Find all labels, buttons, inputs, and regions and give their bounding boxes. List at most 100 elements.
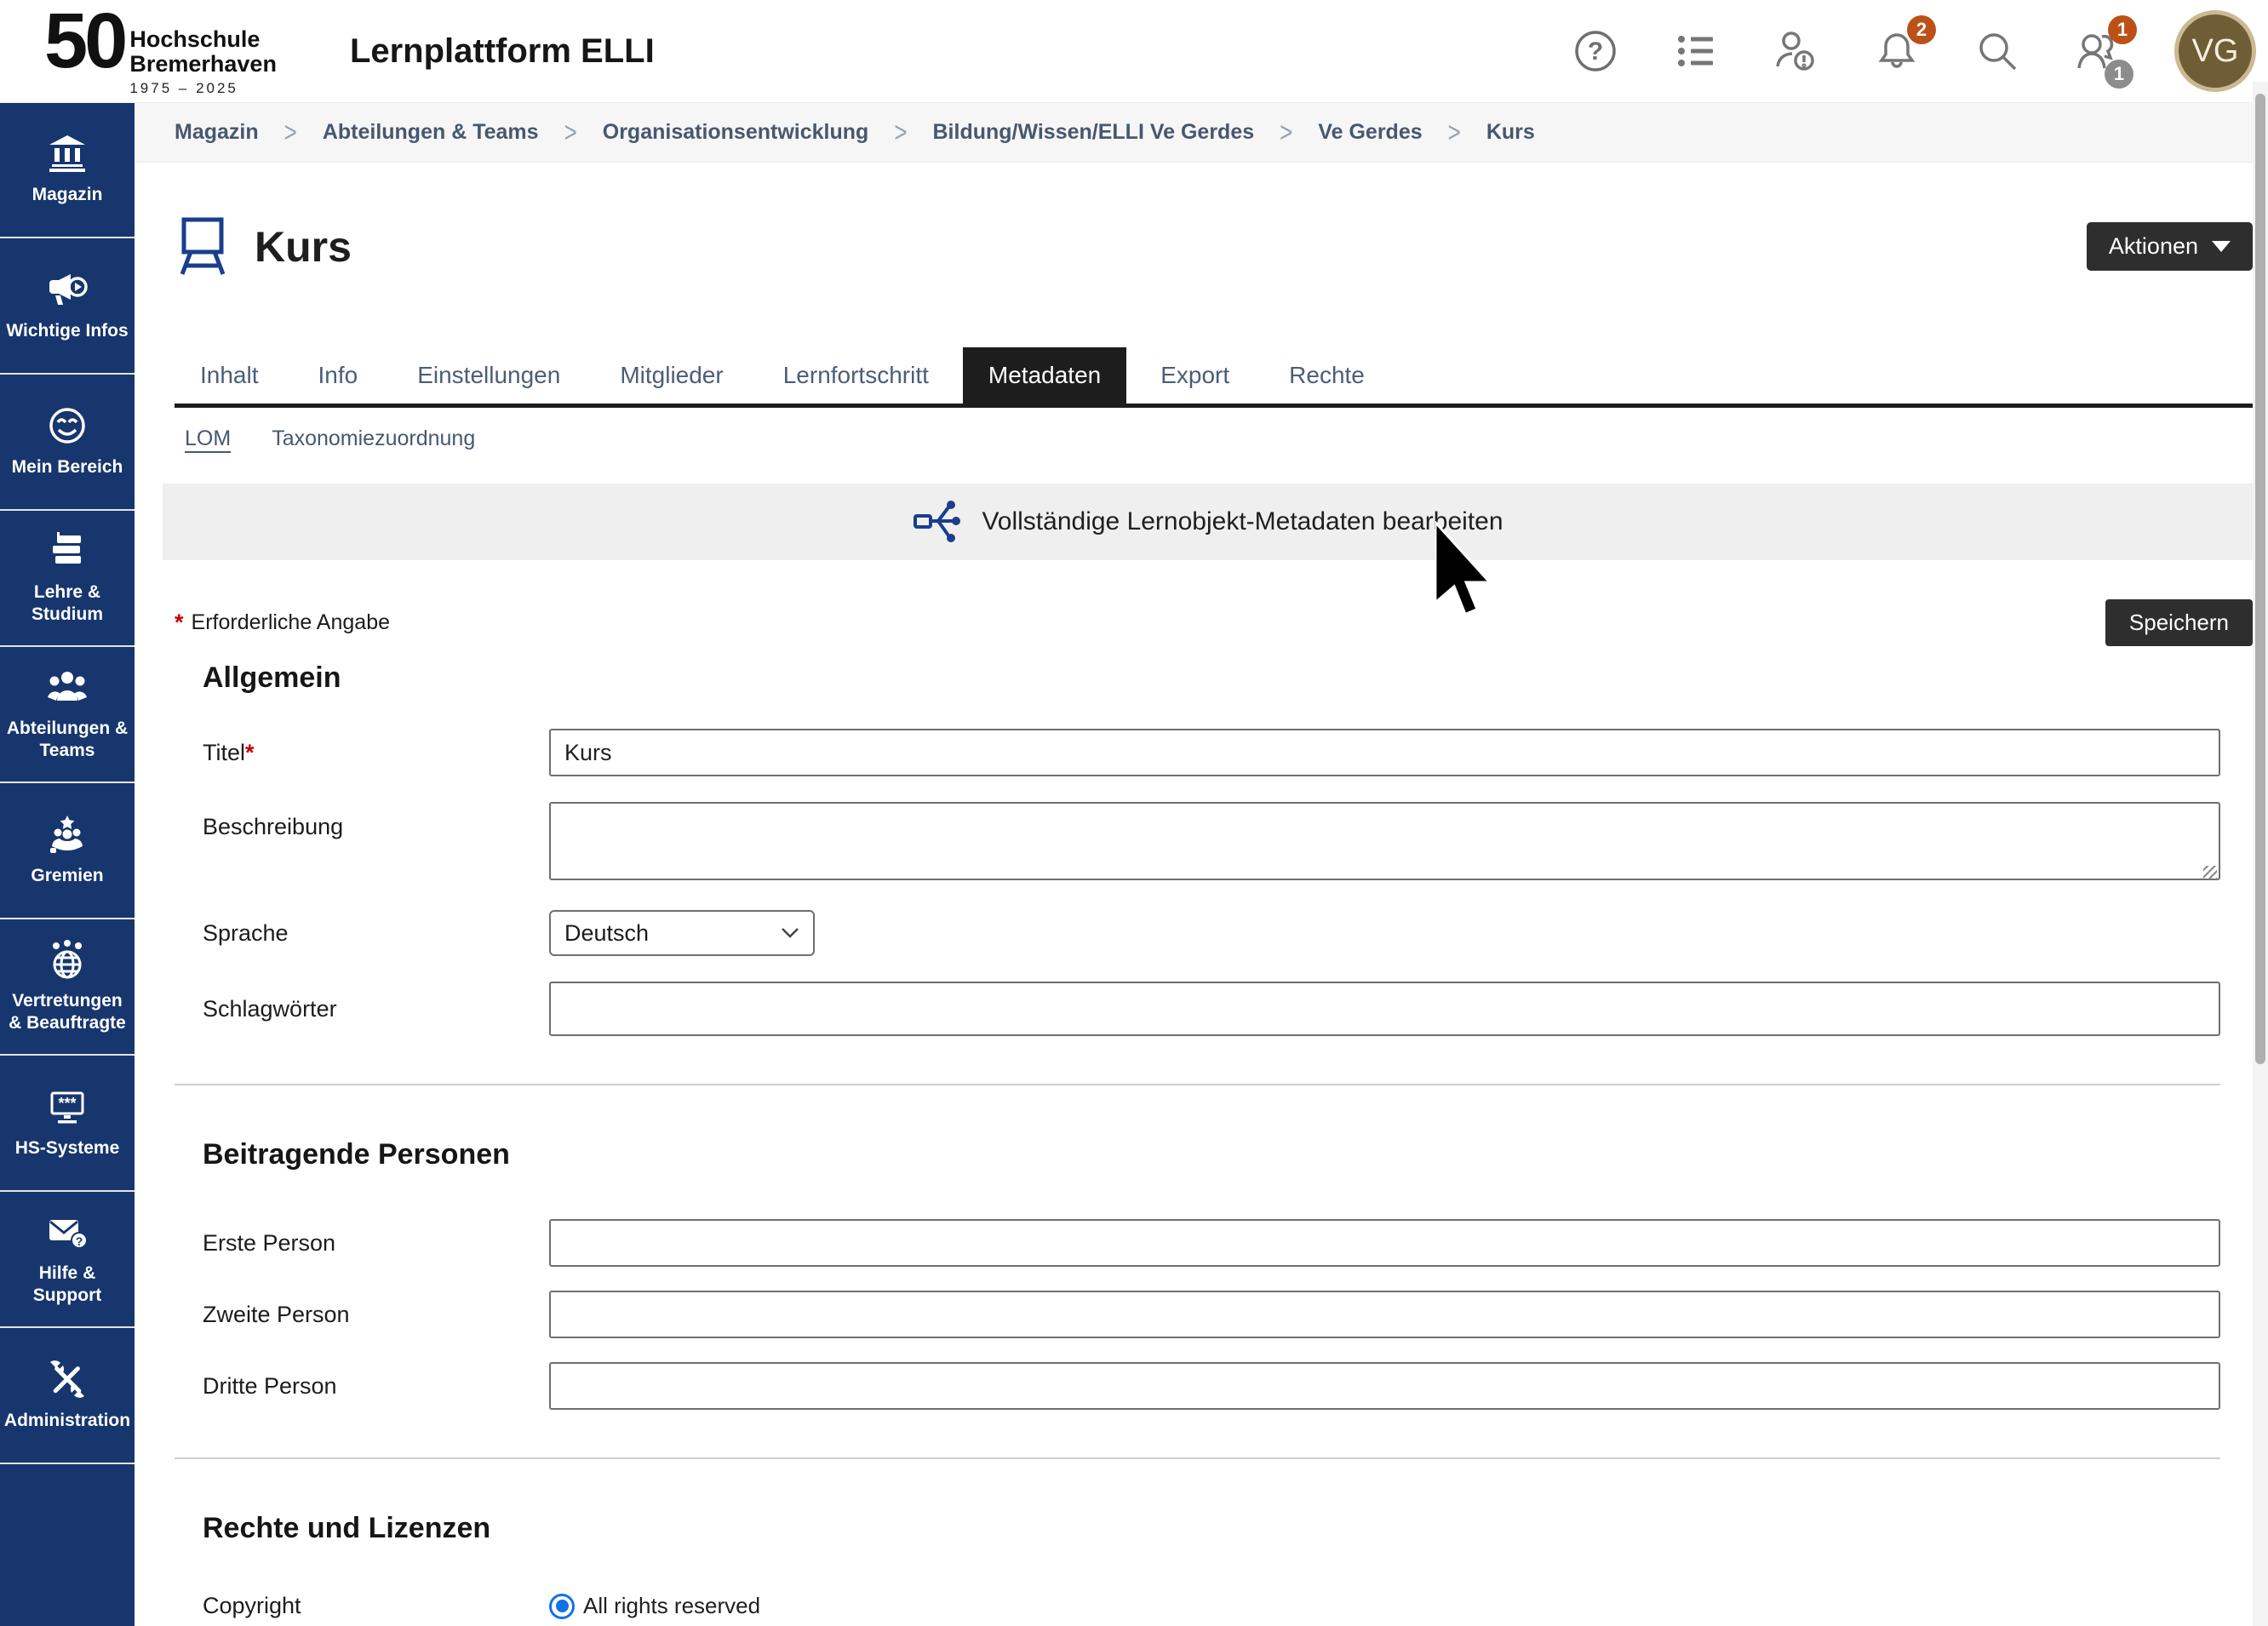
erste-person-label: Erste Person bbox=[203, 1230, 549, 1257]
sprache-select[interactable]: Deutsch bbox=[549, 910, 815, 956]
copyright-label: Copyright bbox=[203, 1593, 549, 1619]
bank-icon bbox=[47, 133, 88, 174]
erste-person-input[interactable] bbox=[549, 1219, 2220, 1267]
breadcrumb-separator: > bbox=[564, 115, 577, 149]
field-row-sprache: Sprache Deutsch bbox=[175, 910, 2253, 956]
chevron-down-icon bbox=[781, 927, 799, 939]
titel-label: Titel* bbox=[203, 740, 549, 766]
contacts-badge: 1 bbox=[2108, 15, 2137, 44]
subtab-bar: LOM Taxonomiezuordnung bbox=[175, 427, 2253, 451]
sidebar-item-mein-bereich[interactable]: Mein Bereich bbox=[0, 375, 135, 511]
breadcrumb-item-ve-gerdes[interactable]: Ve Gerdes bbox=[1318, 120, 1422, 145]
schlagwoerter-input[interactable] bbox=[549, 982, 2220, 1036]
monitor-icon: *** bbox=[47, 1086, 88, 1127]
people-icon bbox=[47, 667, 88, 707]
bell-icon[interactable]: 2 bbox=[1873, 27, 1921, 75]
top-header: 50 Hochschule Bremerhaven 1975 – 2025 Le… bbox=[0, 0, 2268, 103]
zweite-person-label: Zweite Person bbox=[203, 1302, 549, 1328]
committee-icon bbox=[47, 814, 88, 855]
page-title: Kurs bbox=[255, 222, 352, 272]
titel-input[interactable] bbox=[549, 729, 2220, 776]
sidebar-item-vertretungen[interactable]: Vertretungen & Beauftragte bbox=[0, 919, 135, 1056]
tab-inhalt[interactable]: Inhalt bbox=[175, 347, 284, 404]
logo-name-line1: Hochschule bbox=[129, 27, 277, 52]
dritte-person-label: Dritte Person bbox=[203, 1373, 549, 1400]
breadcrumb-separator: > bbox=[894, 115, 907, 149]
speichern-button[interactable]: Speichern bbox=[2105, 599, 2253, 646]
aktionen-button[interactable]: Aktionen bbox=[2087, 222, 2253, 271]
help-icon[interactable]: ? bbox=[1572, 27, 1619, 75]
breadcrumb-separator: > bbox=[1448, 115, 1461, 149]
sidebar-item-lehre-studium[interactable]: Lehre & Studium bbox=[0, 511, 135, 647]
books-icon bbox=[47, 530, 88, 571]
megaphone-icon bbox=[47, 269, 88, 310]
copyright-radio-label: All rights reserved bbox=[583, 1593, 760, 1619]
resize-grip-icon[interactable] bbox=[2203, 866, 2217, 879]
tab-lernfortschritt[interactable]: Lernfortschritt bbox=[758, 347, 954, 404]
schlagwoerter-label: Schlagwörter bbox=[203, 996, 549, 1022]
field-row-zweite-person: Zweite Person bbox=[175, 1291, 2253, 1338]
breadcrumb: Magazin > Abteilungen & Teams > Organisa… bbox=[135, 102, 2253, 163]
notifications-badge: 2 bbox=[1907, 15, 1936, 44]
main-content: Kurs Aktionen Inhalt Info Einstellungen … bbox=[135, 163, 2253, 1626]
svg-text:?: ? bbox=[1588, 37, 1603, 66]
breadcrumb-item-organisationsentwicklung[interactable]: Organisationsentwicklung bbox=[603, 120, 869, 145]
sidebar-item-wichtige-infos[interactable]: Wichtige Infos bbox=[0, 238, 135, 375]
smiley-icon bbox=[47, 405, 88, 446]
copyright-radio[interactable] bbox=[549, 1594, 575, 1619]
sidebar-item-abteilungen-teams[interactable]: Abteilungen & Teams bbox=[0, 647, 135, 783]
breadcrumb-item-kurs[interactable]: Kurs bbox=[1486, 120, 1535, 145]
logo-name-line2: Bremerhaven bbox=[129, 52, 277, 77]
user-alert-icon[interactable] bbox=[1773, 27, 1820, 75]
share-nodes-icon bbox=[912, 497, 961, 547]
breadcrumb-item-abteilungen[interactable]: Abteilungen & Teams bbox=[323, 120, 539, 145]
avatar[interactable]: VG bbox=[2174, 10, 2256, 92]
globe-people-icon bbox=[47, 939, 88, 980]
users-icon[interactable]: 1 1 bbox=[2074, 27, 2122, 75]
tab-mitglieder[interactable]: Mitglieder bbox=[594, 347, 748, 404]
svg-text:?: ? bbox=[76, 1234, 83, 1248]
field-row-titel: Titel* bbox=[175, 729, 2253, 776]
dritte-person-input[interactable] bbox=[549, 1362, 2220, 1410]
mail-help-icon: ? bbox=[47, 1211, 88, 1252]
zweite-person-input[interactable] bbox=[549, 1291, 2220, 1338]
field-row-schlagwoerter: Schlagwörter bbox=[175, 982, 2253, 1036]
section-divider bbox=[175, 1457, 2220, 1459]
tab-export[interactable]: Export bbox=[1135, 347, 1255, 404]
scrollbar-thumb[interactable] bbox=[2255, 94, 2265, 1064]
chevron-down-icon bbox=[2212, 241, 2231, 252]
breadcrumb-item-magazin[interactable]: Magazin bbox=[175, 120, 259, 145]
field-row-erste-person: Erste Person bbox=[175, 1219, 2253, 1267]
section-heading-allgemein: Allgemein bbox=[203, 661, 2253, 695]
sprache-label: Sprache bbox=[203, 920, 549, 947]
tab-info[interactable]: Info bbox=[293, 347, 384, 404]
sidebar-item-gremien[interactable]: Gremien bbox=[0, 783, 135, 919]
sidebar-item-magazin[interactable]: Magazin bbox=[0, 102, 135, 238]
sidebar-item-hilfe-support[interactable]: ? Hilfe & Support bbox=[0, 1192, 135, 1328]
search-icon[interactable] bbox=[1973, 27, 2021, 75]
tab-rechte[interactable]: Rechte bbox=[1263, 347, 1390, 404]
tab-metadaten[interactable]: Metadaten bbox=[963, 347, 1126, 404]
required-asterisk: * bbox=[245, 740, 255, 765]
contacts-badge-secondary: 1 bbox=[2105, 60, 2133, 89]
subtab-taxonomiezuordnung[interactable]: Taxonomiezuordnung bbox=[272, 427, 475, 451]
university-logo[interactable]: 50 Hochschule Bremerhaven 1975 – 2025 bbox=[44, 5, 277, 97]
main-sidebar: Magazin Wichtige Infos Mein Bereich Lehr… bbox=[0, 102, 135, 1626]
breadcrumb-separator: > bbox=[284, 115, 297, 149]
sidebar-item-hs-systeme[interactable]: *** HS-Systeme bbox=[0, 1056, 135, 1192]
tab-einstellungen[interactable]: Einstellungen bbox=[392, 347, 586, 404]
subtab-lom[interactable]: LOM bbox=[185, 427, 231, 451]
breadcrumb-item-bildung[interactable]: Bildung/Wissen/ELLI Ve Gerdes bbox=[933, 120, 1255, 145]
edit-full-metadata-banner[interactable]: Vollständige Lernobjekt-Metadaten bearbe… bbox=[163, 484, 2253, 560]
app-title: Lernplattform ELLI bbox=[350, 32, 655, 71]
section-heading-beitragende: Beitragende Personen bbox=[203, 1138, 2253, 1171]
beschreibung-label: Beschreibung bbox=[203, 802, 549, 840]
beschreibung-textarea[interactable] bbox=[549, 802, 2220, 880]
logo-50: 50 bbox=[44, 5, 124, 77]
vertical-scrollbar[interactable] bbox=[2253, 82, 2268, 1626]
sidebar-item-administration[interactable]: Administration bbox=[0, 1328, 135, 1464]
svg-text:***: *** bbox=[58, 1095, 76, 1112]
required-asterisk: * bbox=[175, 610, 184, 636]
banner-label: Vollständige Lernobjekt-Metadaten bearbe… bbox=[982, 507, 1503, 536]
list-icon[interactable] bbox=[1672, 27, 1720, 75]
